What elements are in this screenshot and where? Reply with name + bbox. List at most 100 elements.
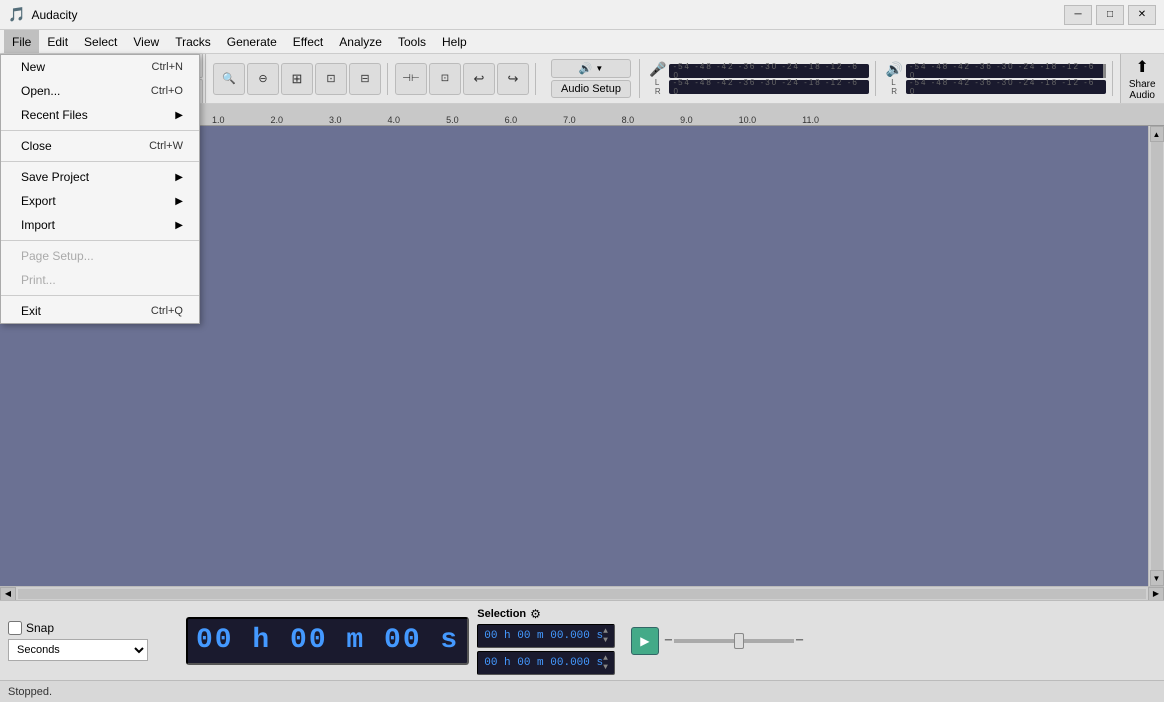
menu-item-page-setup: Page Setup... (1, 244, 199, 268)
bottom-bar: Snap Seconds Milliseconds Beats Bars 00 … (0, 600, 1164, 680)
menu-item-recent-files[interactable]: Recent Files ▶ (1, 103, 199, 127)
menu-tools[interactable]: Tools (390, 30, 434, 53)
vertical-scrollbar[interactable]: ▲ ▼ (1148, 126, 1164, 586)
minimize-button[interactable]: ─ (1064, 5, 1092, 25)
horizontal-scroll-track[interactable] (18, 589, 1146, 599)
scroll-up-arrow[interactable]: ▲ (1150, 126, 1164, 142)
menu-item-close[interactable]: Close Ctrl+W (1, 134, 199, 158)
menu-item-save-project[interactable]: Save Project ▶ (1, 165, 199, 189)
menu-item-import[interactable]: Import ▶ (1, 213, 199, 237)
zoom-toggle-button[interactable]: ⊟ (349, 63, 381, 95)
speed-slider-area: ─ ─ (665, 635, 803, 646)
scroll-right-arrow[interactable]: ▶ (1148, 587, 1164, 601)
out-vu-scale-top: -54 -48 -42 -36 -30 -24 -18 -12 -6 0 (910, 62, 1102, 80)
scroll-down-arrow[interactable]: ▼ (1150, 570, 1164, 586)
selection-start-spinner[interactable]: ▲▼ (603, 627, 608, 645)
close-button[interactable]: ✕ (1128, 5, 1156, 25)
ruler-tick-7: 7.0 (563, 115, 576, 125)
menu-select[interactable]: Select (76, 30, 125, 53)
silence-button[interactable]: ⊡ (429, 63, 461, 95)
mic-icon-btn[interactable]: 🎤 LR (649, 61, 666, 96)
menu-tracks[interactable]: Tracks (167, 30, 219, 53)
separator-3 (1, 240, 199, 241)
menu-edit[interactable]: Edit (39, 30, 76, 53)
menu-file[interactable]: File (4, 30, 39, 53)
share-icon: ⬆ (1136, 57, 1149, 77)
speaker-out-icon-btn[interactable]: 🔊 LR (885, 61, 902, 96)
ruler-tick-4: 4.0 (388, 115, 401, 125)
ruler-tick-8: 8.0 (622, 115, 635, 125)
horizontal-scrollbar[interactable]: ◀ ▶ (0, 586, 1164, 600)
separator-2 (1, 161, 199, 162)
zoom-out-button[interactable]: ⊖ (247, 63, 279, 95)
speed-slider-thumb[interactable] (734, 633, 744, 649)
speed-min-label: ─ (665, 635, 672, 646)
edit-group: ⊣⊢ ⊡ ↩ ↪ (395, 63, 536, 95)
snap-label[interactable]: Snap (26, 621, 54, 635)
app-icon: 🎵 (8, 6, 25, 23)
mic-vu-scale-bottom: -54 -48 -42 -36 -30 -24 -18 -12 -6 0 (673, 78, 865, 96)
share-audio-label: ShareAudio (1129, 79, 1156, 101)
vertical-scroll-track[interactable] (1151, 142, 1163, 570)
file-dropdown: New Ctrl+N Open... Ctrl+O Recent Files ▶… (0, 54, 200, 324)
menu-item-open[interactable]: Open... Ctrl+O (1, 79, 199, 103)
menu-generate[interactable]: Generate (219, 30, 285, 53)
snap-row: Snap (8, 621, 178, 635)
status-text: Stopped. (8, 686, 52, 698)
scroll-left-arrow[interactable]: ◀ (0, 587, 16, 601)
time-display-text: 00 h 00 m 00 s (196, 625, 459, 656)
menu-item-export[interactable]: Export ▶ (1, 189, 199, 213)
menu-analyze[interactable]: Analyze (331, 30, 390, 53)
menu-effect[interactable]: Effect (285, 30, 331, 53)
speaker-icon: 🔊 (579, 62, 593, 75)
ruler-tick-11: 11.0 (802, 115, 819, 125)
play-at-speed-section: ▶ ─ ─ (631, 627, 803, 655)
ruler-tick-2: 2.0 (271, 115, 284, 125)
maximize-button[interactable]: □ (1096, 5, 1124, 25)
selection-settings-icon[interactable]: ⚙ (530, 607, 541, 621)
play-at-speed-button[interactable]: ▶ (631, 627, 659, 655)
mic-vu-group: 🎤 LR -54 -48 -42 -36 -30 -24 -18 -12 -6 … (643, 61, 876, 96)
zoom-group: 🔍 ⊖ ⊞ ⊡ ⊟ (213, 63, 388, 95)
undo-button[interactable]: ↩ (463, 63, 495, 95)
fit-project-button[interactable]: ⊞ (281, 63, 313, 95)
ruler-tick-10: 10.0 (739, 115, 757, 125)
selection-start-time[interactable]: 00 h 00 m 00.000 s ▲▼ (477, 624, 615, 648)
snap-section: Snap Seconds Milliseconds Beats Bars (8, 621, 178, 661)
audio-setup-button[interactable]: Audio Setup (551, 80, 631, 98)
menu-view[interactable]: View (125, 30, 167, 53)
snap-checkbox[interactable] (8, 621, 22, 635)
speaker-button[interactable]: 🔊 ▼ (551, 59, 631, 78)
snap-dropdown[interactable]: Seconds Milliseconds Beats Bars (8, 639, 148, 661)
title-text: Audacity (31, 8, 77, 22)
zoom-in-button[interactable]: 🔍 (213, 63, 245, 95)
menu-item-exit[interactable]: Exit Ctrl+Q (1, 299, 199, 323)
share-audio-button[interactable]: ⬆ ShareAudio (1120, 54, 1164, 104)
audio-setup-group: 🔊 ▼ Audio Setup (543, 59, 640, 98)
redo-button[interactable]: ↪ (497, 63, 529, 95)
speaker-vu-group: 🔊 LR -54 -48 -42 -36 -30 -24 -18 -12 -6 … (879, 61, 1112, 96)
out-vu-scale-bottom: -54 -48 -42 -36 -30 -24 -18 -12 -6 0 (910, 78, 1102, 96)
separator-4 (1, 295, 199, 296)
title-controls: ─ □ ✕ (1064, 5, 1156, 25)
selection-end-time[interactable]: 00 h 00 m 00.000 s ▲▼ (477, 651, 615, 675)
zoom-selection-button[interactable]: ⊡ (315, 63, 347, 95)
ruler-tick-5: 5.0 (446, 115, 459, 125)
selection-end-spinner[interactable]: ▲▼ (603, 654, 608, 672)
trim-button[interactable]: ⊣⊢ (395, 63, 427, 95)
selection-label: Selection (477, 608, 526, 620)
separator-1 (1, 130, 199, 131)
menu-item-print: Print... (1, 268, 199, 292)
ruler-tick-1: 1.0 (212, 115, 225, 125)
menu-help[interactable]: Help (434, 30, 475, 53)
speaker-dropdown-arrow: ▼ (595, 64, 603, 73)
menu-item-new[interactable]: New Ctrl+N (1, 55, 199, 79)
time-display: 00 h 00 m 00 s (186, 617, 469, 665)
selection-time-row-2: 00 h 00 m 00.000 s ▲▼ (477, 651, 615, 675)
speed-slider[interactable] (674, 639, 794, 643)
ruler-tick-6: 6.0 (505, 115, 518, 125)
app-window: 🎵 Audacity ─ □ ✕ File Edit Select View T… (0, 0, 1164, 702)
ruler-tick-3: 3.0 (329, 115, 342, 125)
speed-max-label: ─ (796, 635, 803, 646)
status-bar: Stopped. (0, 680, 1164, 702)
